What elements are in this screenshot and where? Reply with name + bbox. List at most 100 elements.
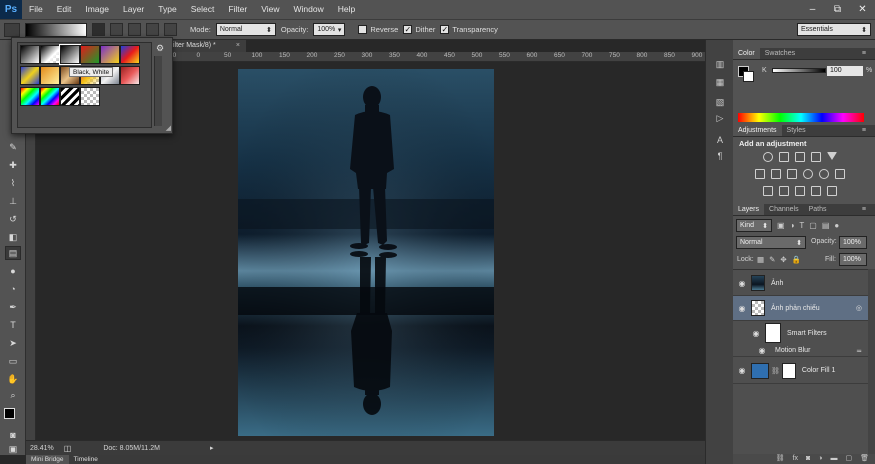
screen-mode-icon[interactable]: ▣ (5, 442, 21, 456)
new-adjustment-icon[interactable]: ◑ (818, 454, 822, 464)
gear-icon[interactable]: ⚙ (156, 43, 166, 53)
blend-mode-select[interactable]: Normal ⬍ (736, 236, 806, 249)
new-group-icon[interactable]: ▬ (830, 454, 837, 464)
status-share-icon[interactable]: ◫ (64, 444, 72, 453)
k-value-field[interactable]: 100 (827, 66, 863, 76)
tab-mini-bridge[interactable]: Mini Bridge (26, 455, 69, 464)
radial-gradient-button[interactable] (110, 23, 123, 36)
gradient-swatch[interactable] (20, 66, 40, 85)
panel-menu-icon[interactable]: ≡ (857, 125, 871, 137)
eye-icon[interactable]: ◉ (753, 346, 771, 355)
eye-icon[interactable]: ◉ (733, 366, 751, 375)
hue-saturation-icon[interactable] (755, 169, 765, 179)
menu-view[interactable]: View (254, 0, 286, 19)
lock-all-icon[interactable]: 🔒 (792, 255, 801, 264)
tab-styles[interactable]: Styles (782, 125, 811, 136)
adjustment-filter-icon[interactable]: ◑ (790, 221, 795, 230)
menu-type[interactable]: Type (151, 0, 183, 19)
tab-channels[interactable]: Channels (764, 204, 804, 215)
trash-icon[interactable]: 🗑 (860, 454, 869, 464)
kind-filter-select[interactable]: Kind ⬍ (736, 219, 772, 232)
layers-scrollbar[interactable] (868, 269, 875, 454)
reverse-option[interactable]: Reverse (358, 25, 398, 34)
layer-row[interactable]: ◉ ⛓ Color Fill 1 (733, 358, 868, 384)
status-arrow-icon[interactable]: ▸ (210, 444, 214, 452)
gradient-swatch[interactable] (120, 66, 140, 85)
color-lookup-icon[interactable] (835, 169, 845, 179)
link-icon[interactable]: ⛓ (771, 367, 780, 375)
motion-blur-row[interactable]: ◉ Motion Blur ≂ (733, 345, 868, 357)
character-panel-icon[interactable]: A (714, 134, 726, 146)
gradient-map-icon[interactable] (811, 186, 821, 196)
tab-timeline[interactable]: Timeline (69, 455, 103, 464)
hand-tool-icon[interactable]: ✋ (5, 372, 21, 386)
layer-opacity-field[interactable]: 100% (839, 236, 867, 249)
linear-gradient-button[interactable] (92, 23, 105, 36)
actions-panel-icon[interactable]: ▷ (714, 112, 726, 124)
add-mask-icon[interactable]: ◙ (806, 454, 810, 464)
document-tab[interactable]: ilter Mask/8) * × (163, 40, 246, 52)
selective-color-icon[interactable] (827, 186, 837, 196)
fx-icon[interactable]: fx (793, 454, 798, 464)
threshold-icon[interactable] (795, 186, 805, 196)
invert-icon[interactable] (763, 186, 773, 196)
smart-filters-row[interactable]: ◉ Smart Filters (733, 321, 868, 345)
brightness-icon[interactable] (763, 152, 773, 162)
menu-file[interactable]: File (22, 0, 50, 19)
history-panel-icon[interactable]: ▥ (714, 58, 726, 70)
menu-edit[interactable]: Edit (50, 0, 79, 19)
opacity-field[interactable]: 100% ▾ (313, 23, 346, 36)
paragraph-panel-icon[interactable]: ¶ (714, 150, 726, 162)
tab-paths[interactable]: Paths (804, 204, 832, 215)
gradient-swatch[interactable] (40, 45, 60, 64)
healing-brush-tool-icon[interactable]: ✚ (5, 158, 21, 172)
gradient-swatch[interactable] (120, 45, 140, 64)
gradient-swatch[interactable] (20, 45, 40, 64)
posterize-icon[interactable] (779, 186, 789, 196)
foreground-color-swatch[interactable] (4, 408, 15, 419)
gradient-swatch[interactable] (60, 87, 80, 106)
gradient-tool-icon[interactable]: ▤ (5, 246, 21, 260)
clone-stamp-tool-icon[interactable]: ⊥ (5, 194, 21, 208)
menu-layer[interactable]: Layer (116, 0, 151, 19)
resize-grip-icon[interactable]: ◢ (166, 124, 171, 132)
history-brush-tool-icon[interactable]: ↺ (5, 212, 21, 226)
shape-tool-icon[interactable]: ▭ (5, 354, 21, 368)
layer-row[interactable]: ◉ Ảnh (733, 271, 868, 296)
color-bg-swatch[interactable] (743, 71, 754, 82)
lock-position-icon[interactable]: ✥ (780, 255, 786, 264)
gradient-swatch[interactable] (40, 87, 60, 106)
eye-icon[interactable]: ◉ (733, 279, 751, 288)
pixel-filter-icon[interactable]: ▣ (777, 221, 785, 230)
link-layers-icon[interactable]: ⛓ (776, 454, 785, 464)
restore-button[interactable]: ⧉ (825, 0, 850, 19)
black-white-icon[interactable] (787, 169, 797, 179)
gradient-swatch[interactable] (80, 87, 100, 106)
filter-effects-icon[interactable]: ◎ (856, 304, 862, 312)
layer-row-selected[interactable]: ◉ Ảnh phản chiếu ◎ (733, 296, 868, 321)
color-spectrum[interactable] (738, 113, 864, 122)
exposure-icon[interactable] (811, 152, 821, 162)
menu-select[interactable]: Select (184, 0, 222, 19)
fill-field[interactable]: 100% (839, 253, 867, 266)
eyedropper-tool-icon[interactable]: ✎ (5, 140, 21, 154)
lock-transparent-icon[interactable]: ▦ (757, 255, 764, 264)
angle-gradient-button[interactable] (128, 23, 141, 36)
eye-icon[interactable]: ◉ (733, 304, 751, 313)
gradient-swatch[interactable] (100, 45, 120, 64)
vibrance-icon[interactable] (827, 152, 837, 160)
dither-option[interactable]: ✓ Dither (403, 25, 435, 34)
menu-image[interactable]: Image (78, 0, 116, 19)
smart-object-filter-icon[interactable]: ▤ (822, 221, 830, 230)
channel-mixer-icon[interactable] (819, 169, 829, 179)
panel-menu-icon[interactable]: ≡ (857, 48, 871, 60)
tab-swatches[interactable]: Swatches (760, 48, 800, 59)
panel-menu-icon[interactable]: ≡ (857, 204, 871, 216)
eraser-tool-icon[interactable]: ◧ (5, 230, 21, 244)
gradient-swatch-selected[interactable] (59, 44, 81, 65)
filter-options-icon[interactable]: ≂ (856, 347, 862, 355)
color-balance-icon[interactable] (771, 169, 781, 179)
type-tool-icon[interactable]: T (5, 318, 21, 332)
gradient-preview[interactable] (25, 22, 87, 37)
picker-scrollbar[interactable] (154, 56, 162, 126)
